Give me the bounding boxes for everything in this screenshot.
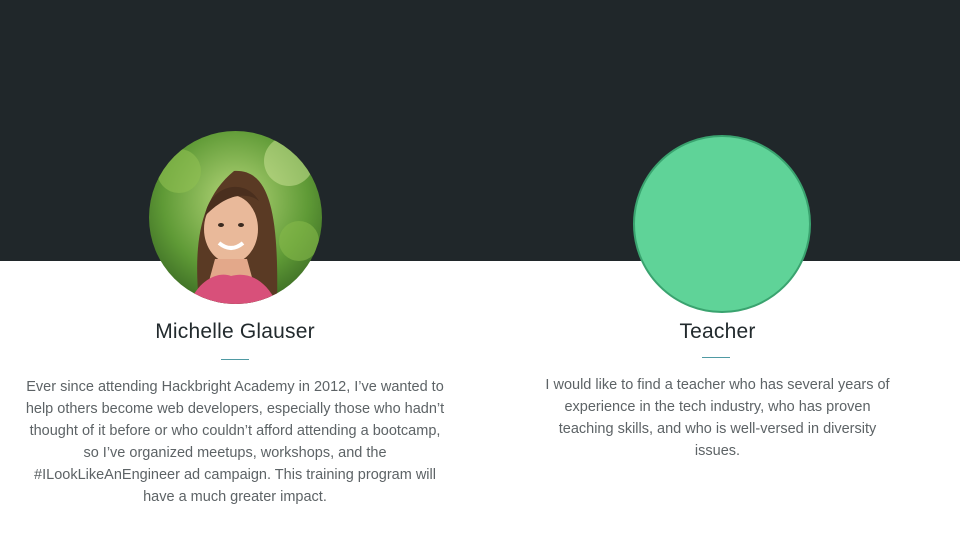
teacher-description: I would like to find a teacher who has s… [545, 377, 890, 459]
teacher-column: Teacher I would like to find a teacher w… [540, 0, 895, 540]
profile-divider [221, 359, 249, 360]
teacher-divider [702, 357, 730, 358]
profile-column: Michelle Glauser Ever since attending Ha… [20, 0, 450, 540]
profile-name: Michelle Glauser [155, 320, 315, 343]
profile-bio: Ever since attending Hackbright Academy … [25, 379, 445, 505]
teacher-title: Teacher [679, 320, 756, 343]
